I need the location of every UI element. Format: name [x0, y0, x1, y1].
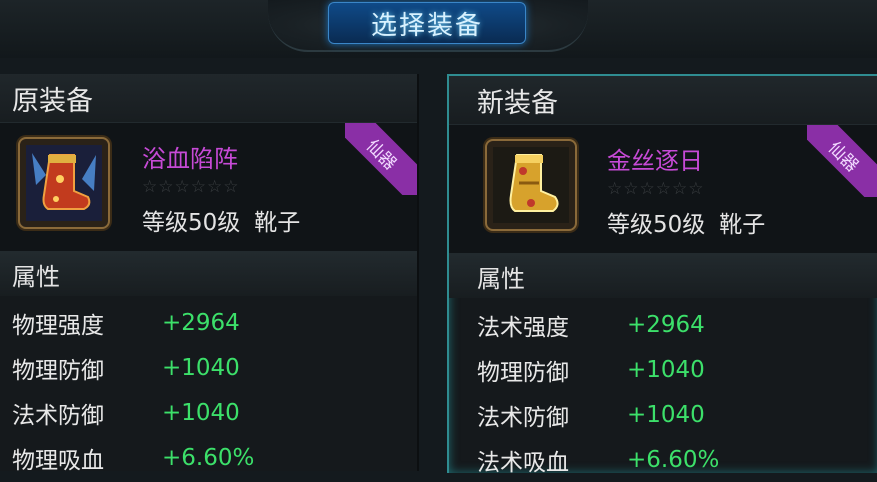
item-type: 靴子	[719, 212, 766, 238]
attribute-row: 物理防御 +1040	[449, 347, 877, 392]
attribute-value: +2964	[162, 309, 240, 336]
panel-title: 新装备	[477, 87, 558, 119]
item-name: 金丝逐日	[607, 147, 703, 175]
attribute-row: 法术吸血 +6.60%	[449, 437, 877, 482]
gold-boot-icon	[493, 147, 569, 223]
item-name: 浴血陷阵	[142, 145, 238, 173]
attribute-value: +1040	[162, 354, 240, 381]
attribute-list: 物理强度 +2964 物理防御 +1040 法术防御 +1040 物理吸血 +6…	[0, 296, 417, 480]
attribute-label: 法术强度	[477, 314, 569, 341]
item-icon-frame[interactable]	[485, 139, 577, 231]
rarity-badge: 仙器	[345, 123, 417, 195]
attributes-header: 属性	[449, 254, 877, 298]
attribute-value: +1040	[627, 356, 705, 383]
attribute-label: 法术吸血	[477, 449, 569, 476]
rarity-badge-label: 仙器	[807, 125, 877, 197]
attribute-label: 法术防御	[477, 404, 569, 431]
dialog-title: 选择装备	[370, 10, 483, 41]
panel-header: 新装备	[449, 76, 877, 124]
attribute-value: +6.60%	[162, 444, 255, 471]
attributes-header: 属性	[0, 252, 417, 296]
attribute-row: 法术防御 +1040	[449, 392, 877, 437]
attribute-value: +1040	[627, 401, 705, 428]
equipment-card[interactable]: 金丝逐日 ☆☆☆☆☆☆ 等级50级 靴子 仙器	[449, 124, 877, 254]
attribute-row: 物理吸血 +6.60%	[0, 435, 417, 480]
item-icon-frame[interactable]	[18, 137, 110, 229]
attribute-row: 物理强度 +2964	[0, 300, 417, 345]
attribute-list: 法术强度 +2964 物理防御 +1040 法术防御 +1040 法术吸血 +6…	[449, 298, 877, 482]
new-equipment-panel: 新装备 金丝逐日 ☆☆☆☆☆☆ 等级50级 靴子 仙器 属性 法术强度 +2964	[447, 74, 877, 476]
item-level-line: 等级50级 靴子	[607, 205, 765, 239]
red-boot-icon	[26, 145, 102, 221]
equipment-card[interactable]: 浴血陷阵 ☆☆☆☆☆☆ 等级50级 靴子 仙器	[0, 122, 417, 252]
attribute-row: 法术防御 +1040	[0, 390, 417, 435]
attribute-label: 物理防御	[477, 359, 569, 386]
attribute-row: 法术强度 +2964	[449, 302, 877, 347]
item-type: 靴子	[254, 210, 301, 236]
rarity-badge: 仙器	[807, 125, 877, 197]
attribute-label: 法术防御	[12, 402, 104, 429]
star-rating: ☆☆☆☆☆☆	[607, 179, 705, 199]
star-rating: ☆☆☆☆☆☆	[142, 177, 240, 197]
item-level-line: 等级50级 靴子	[142, 203, 300, 237]
attribute-value: +6.60%	[627, 446, 720, 473]
attribute-label: 物理强度	[12, 312, 104, 339]
panel-title: 原装备	[12, 85, 93, 117]
attributes-title: 属性	[12, 262, 60, 291]
item-level: 等级50级	[142, 210, 241, 236]
rarity-badge-label: 仙器	[345, 123, 417, 195]
original-equipment-panel: 原装备 浴血陷阵 ☆☆☆☆☆☆ 等级50级 靴子 仙器 属性 物理强度 +2964	[0, 74, 419, 474]
item-level: 等级50级	[607, 212, 706, 238]
panel-header: 原装备	[0, 74, 417, 122]
attributes-title: 属性	[477, 264, 525, 293]
attribute-label: 物理吸血	[12, 447, 104, 474]
attribute-label: 物理防御	[12, 357, 104, 384]
attribute-value: +1040	[162, 399, 240, 426]
dialog-title-plaque: 选择装备	[328, 2, 526, 44]
attribute-row: 物理防御 +1040	[0, 345, 417, 390]
attribute-value: +2964	[627, 311, 705, 338]
